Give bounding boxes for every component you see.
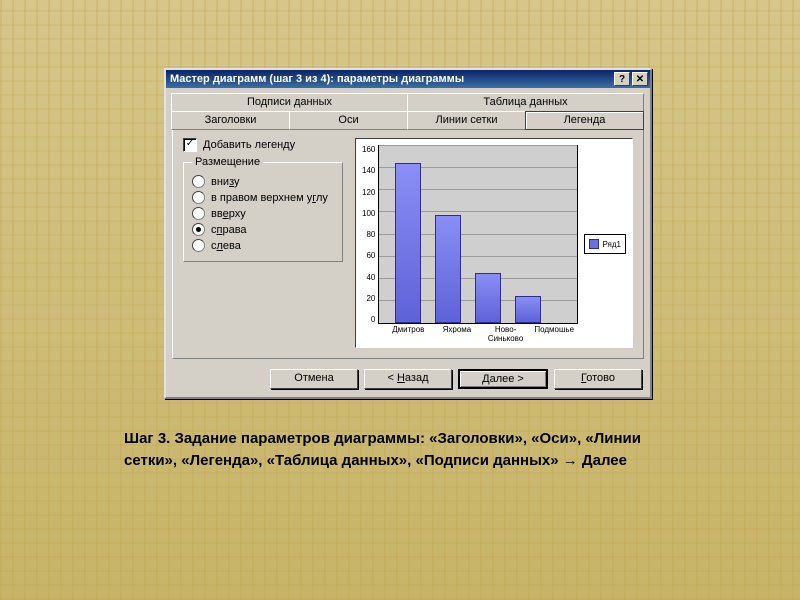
bar — [395, 163, 421, 324]
y-tick: 160 — [362, 145, 375, 154]
y-tick: 120 — [362, 188, 375, 197]
x-tick: Яхрома — [433, 326, 482, 343]
cancel-button[interactable]: Отмена — [270, 369, 358, 389]
plot-area — [378, 145, 578, 324]
radio-icon — [192, 207, 205, 220]
y-tick: 60 — [362, 251, 375, 260]
x-tick: Подмошье — [530, 326, 579, 343]
dialog-buttons: Отмена < Назад Далее > Готово — [166, 363, 650, 397]
back-button[interactable]: < Назад — [364, 369, 452, 389]
chart-body: 160 140 120 100 80 60 40 20 0 ДмитровЯхромаНово-… — [362, 145, 626, 343]
tab-data-labels[interactable]: Подписи данных — [171, 93, 408, 112]
x-axis: ДмитровЯхромаНово-СиньковоПодмошье — [384, 324, 578, 343]
chart-preview: 160 140 120 100 80 60 40 20 0 ДмитровЯхромаНово-… — [355, 138, 633, 348]
add-legend-label: Добавить легенду — [203, 139, 295, 151]
plot-wrap: 160 140 120 100 80 60 40 20 0 ДмитровЯхромаНово-… — [362, 145, 578, 343]
checkbox-icon: ✓ — [183, 138, 197, 152]
help-button[interactable]: ? — [614, 72, 630, 86]
tab-titles[interactable]: Заголовки — [171, 111, 290, 130]
legend-series-label: Ряд1 — [602, 240, 621, 249]
dialog-title: Мастер диаграмм (шаг 3 из 4): параметры … — [170, 73, 612, 85]
y-tick: 40 — [362, 273, 375, 282]
radio-icon — [192, 191, 205, 204]
radio-label: вверху — [211, 208, 246, 220]
tab-axes[interactable]: Оси — [289, 111, 408, 130]
tab-row-back: Подписи данных Таблица данных — [172, 93, 644, 112]
y-tick: 20 — [362, 294, 375, 303]
tab-pane: ✓ Добавить легенду Размещение внизу в пра… — [172, 129, 644, 359]
y-tick: 140 — [362, 166, 375, 175]
y-axis: 160 140 120 100 80 60 40 20 0 — [362, 145, 378, 324]
radio-label: справа — [211, 224, 247, 236]
bar — [435, 215, 461, 324]
chart-legend: Ряд1 — [584, 234, 626, 254]
placement-radio-left[interactable]: слева — [192, 239, 336, 252]
placement-group: Размещение внизу в правом верхнем углу вве… — [183, 156, 343, 262]
placement-radio-top-right[interactable]: в правом верхнем углу — [192, 191, 336, 204]
tab-row-front: Заголовки Оси Линии сетки Легенда — [172, 111, 644, 130]
x-tick: Дмитров — [384, 326, 433, 343]
bar — [515, 296, 541, 324]
y-tick: 100 — [362, 209, 375, 218]
radio-label: слева — [211, 240, 241, 252]
finish-button[interactable]: Готово — [554, 369, 642, 389]
y-tick: 80 — [362, 230, 375, 239]
placement-radio-bottom[interactable]: внизу — [192, 175, 336, 188]
tab-area: Подписи данных Таблица данных Заголовки … — [166, 88, 650, 363]
titlebar[interactable]: Мастер диаграмм (шаг 3 из 4): параметры … — [166, 70, 650, 88]
chart-wizard-dialog: Мастер диаграмм (шаг 3 из 4): параметры … — [164, 68, 652, 399]
placement-label: Размещение — [192, 156, 263, 168]
tab-gridlines[interactable]: Линии сетки — [407, 111, 526, 130]
radio-label: внизу — [211, 176, 240, 188]
tab-data-table[interactable]: Таблица данных — [407, 93, 644, 112]
placement-radio-top[interactable]: вверху — [192, 207, 336, 220]
tab-legend[interactable]: Легенда — [525, 111, 644, 130]
x-tick: Ново-Синьково — [481, 326, 530, 343]
slide-caption: Шаг 3. Задание параметров диаграммы: «За… — [124, 428, 684, 472]
placement-radio-right[interactable]: справа — [192, 223, 336, 236]
next-button[interactable]: Далее > — [458, 369, 548, 389]
radio-icon — [192, 239, 205, 252]
radio-label: в правом верхнем углу — [211, 192, 328, 204]
bar — [475, 273, 501, 323]
add-legend-checkbox[interactable]: ✓ Добавить легенду — [183, 138, 343, 152]
legend-swatch-icon — [589, 239, 599, 249]
radio-icon — [192, 223, 205, 236]
legend-options: ✓ Добавить легенду Размещение внизу в пра… — [183, 138, 343, 348]
radio-icon — [192, 175, 205, 188]
y-tick: 0 — [362, 315, 375, 324]
close-button[interactable]: ✕ — [632, 72, 648, 86]
